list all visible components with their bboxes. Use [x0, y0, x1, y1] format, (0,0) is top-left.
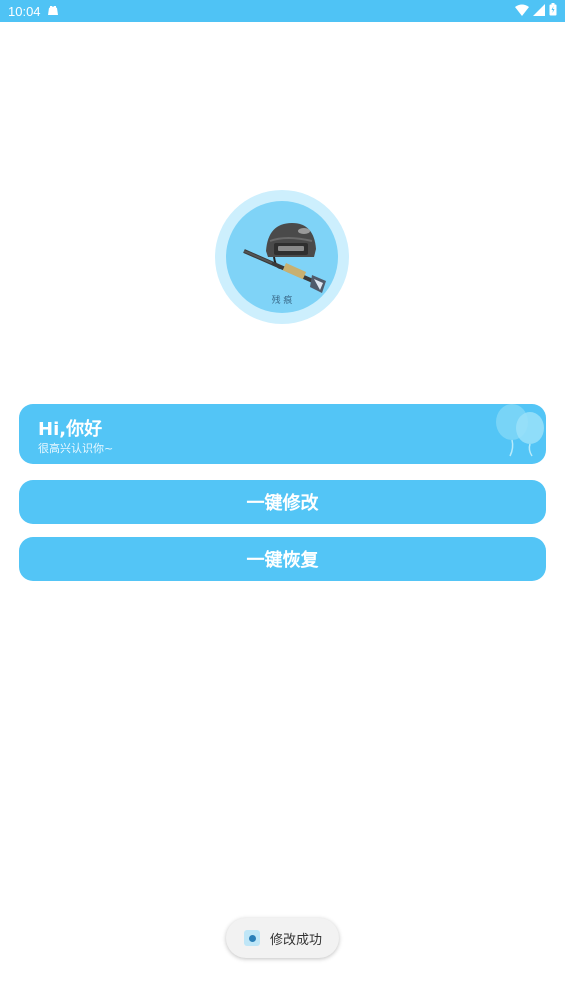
battery-icon — [549, 3, 557, 19]
one-click-restore-button[interactable]: 一键恢复 — [19, 537, 546, 581]
status-bar: 10:04 — [0, 0, 565, 22]
greeting-title: Hi,你好 — [38, 419, 103, 440]
notification-icon — [47, 4, 59, 19]
wifi-icon — [515, 4, 529, 19]
balloon-icon — [492, 404, 546, 462]
greeting-subtitle: 很高兴认识你~ — [38, 442, 114, 455]
greeting-card: Hi,你好 很高兴认识你~ — [19, 404, 546, 464]
one-click-modify-button[interactable]: 一键修改 — [19, 480, 546, 524]
avatar[interactable]: 残 痕 — [215, 190, 349, 324]
toast: 修改成功 — [226, 918, 339, 958]
avatar-image: 残 痕 — [226, 201, 338, 313]
app-icon — [244, 930, 260, 946]
toast-message: 修改成功 — [270, 932, 323, 948]
avatar-caption: 残 痕 — [272, 294, 293, 306]
signal-icon — [533, 3, 545, 19]
status-icons — [515, 3, 557, 19]
helmet-rifle-icon: 残 痕 — [243, 223, 326, 306]
status-time: 10:04 — [8, 3, 41, 19]
app-screen: 10:04 残 痕 Hi,你好 很高兴认识你~ 一键修改 一键恢复 修改成功 — [0, 0, 565, 1004]
